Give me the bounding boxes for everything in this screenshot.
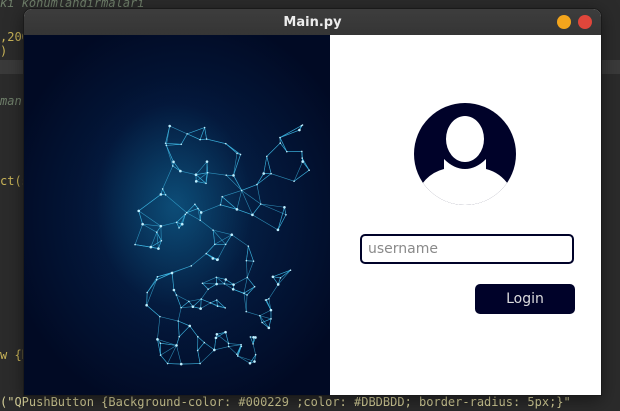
login-button[interactable]: Login [475,284,575,314]
main-window: Main.py Login [24,9,601,395]
window-title: Main.py [283,14,342,30]
user-avatar-icon [414,103,516,205]
face-mesh-graphic [134,124,310,366]
window-content: Login [24,35,601,395]
editor-bottom-line: ("QPushButton {Background-color: #000229… [0,394,620,411]
login-panel: Login [330,35,601,395]
username-input[interactable] [360,234,574,264]
minimize-icon[interactable] [557,15,571,29]
close-icon[interactable] [578,15,592,29]
face-mesh-illustration [24,35,330,395]
code-fragment: ("QPushButton {Background-color: #000229… [0,395,571,409]
window-titlebar[interactable]: Main.py [24,9,601,35]
code-fragment: ) [0,44,8,58]
